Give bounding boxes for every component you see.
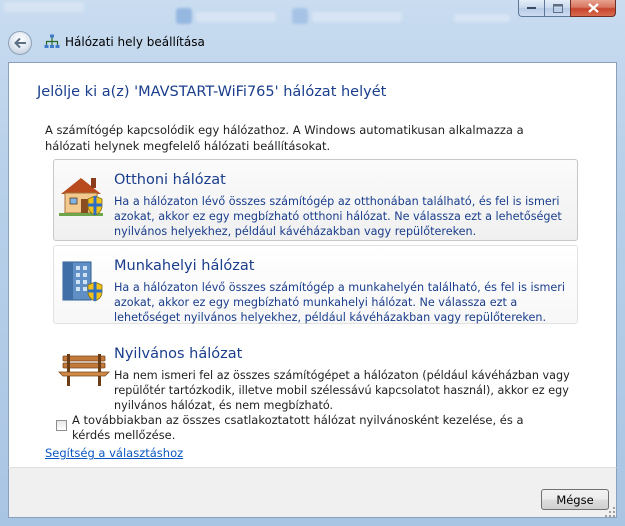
home-network-icon — [59, 178, 103, 216]
close-icon — [587, 3, 599, 13]
maximize-button[interactable] — [544, 0, 570, 17]
treat-all-public-label[interactable]: A továbbiakban az összes csatlakoztatott… — [72, 413, 532, 443]
page-heading: Jelölje ki a(z) 'MAVSTART-WiFi765' hálóz… — [37, 84, 387, 100]
background-blur — [196, 12, 276, 22]
footer-bar — [8, 467, 617, 518]
maximize-icon — [552, 3, 563, 13]
treat-all-public-checkbox[interactable] — [56, 420, 67, 431]
cancel-button[interactable]: Mégse — [541, 489, 609, 510]
home-network-description: Ha a hálózaton lévő összes számítógép az… — [114, 195, 562, 238]
work-network-icon — [62, 261, 103, 302]
close-button[interactable] — [570, 0, 616, 17]
minimize-button[interactable] — [518, 0, 544, 17]
work-network-description: Ha a hálózaton lévő összes számítógép a … — [114, 281, 565, 324]
window-title: Hálózati hely beállítása — [65, 35, 205, 49]
public-network-description: Ha nem ismeri fel az összes számítógépet… — [114, 369, 570, 412]
resize-grip-icon[interactable] — [604, 506, 616, 518]
network-location-window: Hálózati hely beállítása Jelölje ki a(z)… — [0, 0, 625, 526]
back-button[interactable] — [8, 31, 32, 55]
caption-buttons — [518, 0, 616, 18]
back-arrow-icon — [14, 37, 26, 49]
background-blur — [454, 14, 510, 22]
background-blur — [4, 2, 84, 12]
intro-text: A számítógép kapcsolódik egy hálózathoz.… — [45, 123, 524, 153]
work-network-title: Munkahelyi hálózat — [114, 258, 255, 274]
network-icon — [44, 34, 60, 48]
work-network-option[interactable]: Munkahelyi hálózat Ha a hálózaton lévő ö… — [53, 245, 578, 324]
background-blur — [176, 8, 192, 24]
minimize-icon — [526, 7, 536, 9]
home-network-option[interactable]: Otthoni hálózat Ha a hálózaton lévő össz… — [53, 159, 578, 241]
background-blur — [292, 8, 308, 24]
background-blur — [312, 12, 402, 22]
help-link[interactable]: Segítség a választáshoz — [45, 446, 183, 460]
public-network-title: Nyilvános hálózat — [114, 346, 243, 362]
public-network-icon — [58, 354, 110, 386]
home-network-title: Otthoni hálózat — [114, 172, 226, 188]
public-network-option[interactable]: Nyilvános hálózat Ha nem ismeri fel az ö… — [53, 333, 578, 412]
